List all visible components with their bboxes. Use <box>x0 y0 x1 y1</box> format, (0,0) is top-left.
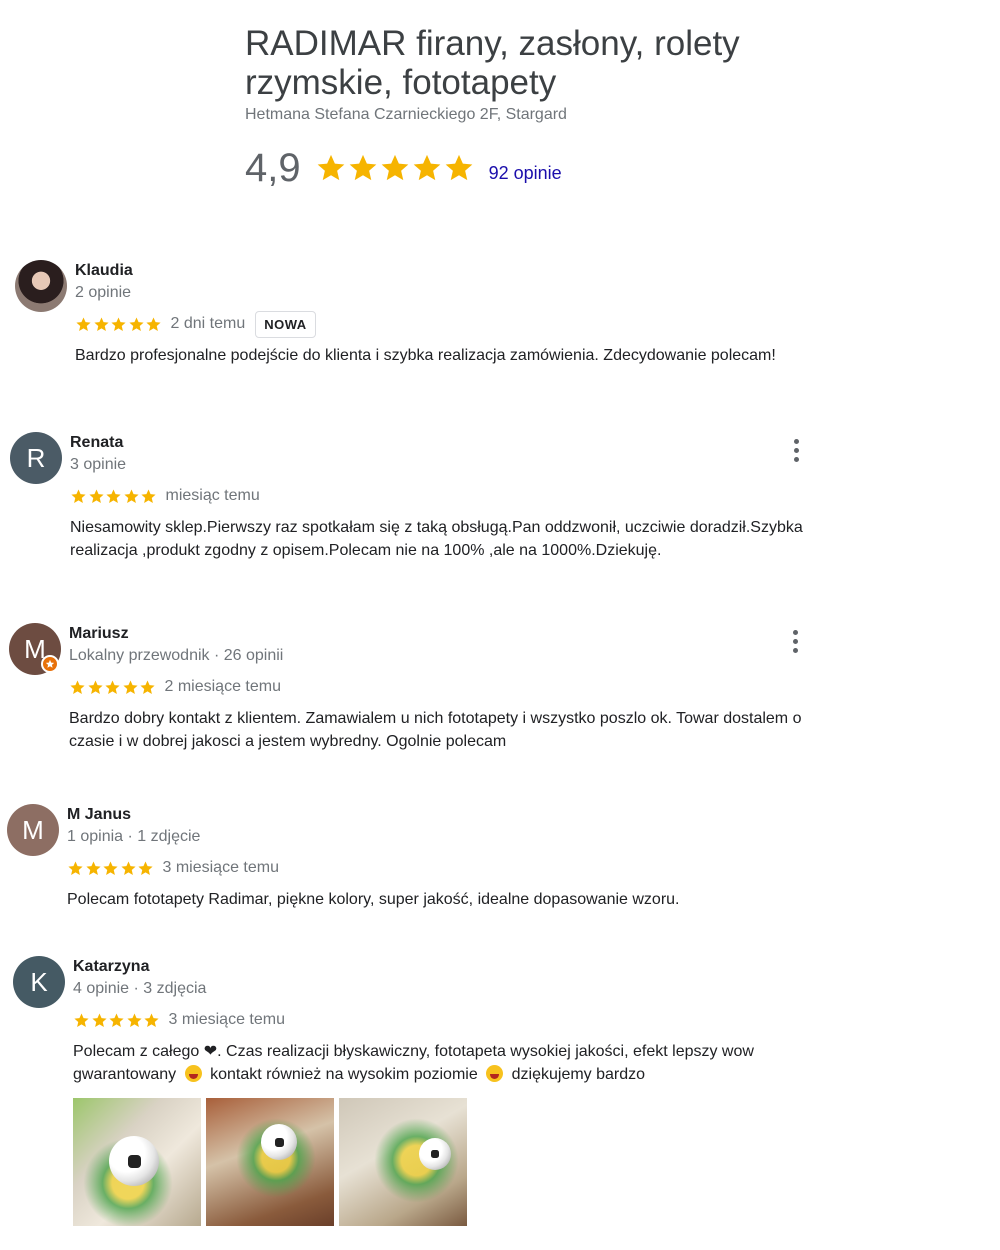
review-body: Klaudia 2 opinie 2 dni temu NOWA Bardzo … <box>75 260 855 367</box>
more-options-icon[interactable] <box>785 626 805 656</box>
review-date: 2 miesiące temu <box>164 678 282 695</box>
reviewer-meta: 2 opinie <box>75 284 132 301</box>
star-icon <box>140 488 157 505</box>
star-icon <box>108 1012 125 1029</box>
review-date: miesiąc temu <box>165 487 260 504</box>
review-rating-row: miesiąc temu <box>70 484 850 508</box>
business-title: RADIMAR firany, zasłony, rolety rzymskie… <box>245 24 740 102</box>
star-icon <box>70 488 87 505</box>
review-text: Bardzo dobry kontakt z klientem. Zamawia… <box>69 710 802 750</box>
reviewer-meta: Lokalny przewodnik · 26 opinii <box>69 647 284 664</box>
star-icon <box>379 152 411 184</box>
star-icon <box>411 152 443 184</box>
review-rating-row: 2 miesiące temu <box>69 675 849 699</box>
star-icon <box>126 1012 143 1029</box>
avatar-initial: M <box>22 814 44 845</box>
review-text: Niesamowity sklep.Pierwszy raz spotkałam… <box>70 519 803 559</box>
reviewer-meta: 3 opinie <box>70 456 127 473</box>
review-photo[interactable] <box>206 1098 334 1226</box>
star-icon <box>139 679 156 696</box>
grinning-face-icon <box>486 1065 504 1082</box>
review-text-part: kontakt również na wysokim poziomie <box>205 1066 483 1083</box>
reviewer-name[interactable]: M Janus <box>67 804 847 826</box>
review-stars <box>75 316 163 333</box>
star-icon <box>85 860 102 877</box>
review-date: 2 dni temu <box>170 315 246 332</box>
review-date: 3 miesiące temu <box>162 859 280 876</box>
review-date: 3 miesiące temu <box>168 1011 286 1028</box>
rating-summary: 4,9 92 opinie <box>245 146 562 190</box>
review-photos <box>73 1098 853 1226</box>
review-text: Polecam fototapety Radimar, piękne kolor… <box>67 891 680 908</box>
star-icon <box>145 316 162 333</box>
new-badge: NOWA <box>255 310 316 338</box>
rating-value: 4,9 <box>245 146 301 190</box>
reviewer-name[interactable]: Katarzyna <box>73 956 853 978</box>
rating-stars <box>315 152 475 184</box>
reviewer-meta: 1 opinia · 1 zdjęcie <box>67 828 201 845</box>
review-text-part: Polecam z całego <box>73 1043 204 1060</box>
star-icon <box>347 152 379 184</box>
business-header: RADIMAR firany, zasłony, rolety rzymskie… <box>245 24 805 124</box>
avatar[interactable]: K <box>13 956 65 1008</box>
star-icon <box>91 1012 108 1029</box>
reviews-count-link[interactable]: 92 opinie <box>489 163 562 184</box>
star-icon <box>122 679 139 696</box>
review-stars <box>70 488 158 505</box>
avatar-initial: R <box>26 442 46 473</box>
review-photo[interactable] <box>73 1098 201 1226</box>
reviewer-name[interactable]: Mariusz <box>69 623 849 645</box>
review-rating-row: 2 dni temu NOWA <box>75 310 855 338</box>
review-stars <box>67 860 155 877</box>
review-rating-row: 3 miesiące temu <box>73 1008 853 1032</box>
star-icon <box>69 679 86 696</box>
review-body: Mariusz Lokalny przewodnik · 26 opinii 2… <box>69 623 849 753</box>
review-body: Katarzyna 4 opinie · 3 zdjęcia 3 miesiąc… <box>73 956 853 1226</box>
review-text: Polecam z całego ❤. Czas realizacji błys… <box>73 1040 843 1086</box>
star-icon <box>443 152 475 184</box>
avatar[interactable]: R <box>10 432 62 484</box>
heart-icon: ❤ <box>203 1043 218 1060</box>
star-icon <box>143 1012 160 1029</box>
star-icon <box>123 488 140 505</box>
star-icon <box>315 152 347 184</box>
star-icon <box>120 860 137 877</box>
avatar[interactable] <box>15 260 67 312</box>
star-icon <box>93 316 110 333</box>
review-photo[interactable] <box>339 1098 467 1226</box>
star-icon <box>75 316 92 333</box>
star-icon <box>105 488 122 505</box>
star-icon <box>87 679 104 696</box>
review-body: Renata 3 opinie miesiąc temu Niesamowity… <box>70 432 850 562</box>
review-body: M Janus 1 opinia · 1 zdjęcie 3 miesiące … <box>67 804 847 911</box>
business-address: Hetmana Stefana Czarnieckiego 2F, Starga… <box>245 106 567 123</box>
reviewer-name[interactable]: Renata <box>70 432 850 454</box>
review-rating-row: 3 miesiące temu <box>67 856 847 880</box>
review-text-part: dziękujemy bardzo <box>507 1066 646 1083</box>
star-icon <box>128 316 145 333</box>
review-stars <box>73 1012 161 1029</box>
star-icon <box>104 679 121 696</box>
star-icon <box>102 860 119 877</box>
local-guide-badge-icon <box>41 655 59 673</box>
star-icon <box>88 488 105 505</box>
star-icon <box>110 316 127 333</box>
star-icon <box>137 860 154 877</box>
star-icon <box>67 860 84 877</box>
reviewer-meta: 4 opinie · 3 zdjęcia <box>73 980 207 997</box>
more-options-icon[interactable] <box>786 435 806 465</box>
review-stars <box>69 679 157 696</box>
avatar-initial: K <box>30 966 48 997</box>
reviewer-name[interactable]: Klaudia <box>75 260 855 282</box>
star-icon <box>73 1012 90 1029</box>
avatar[interactable]: M <box>7 804 59 856</box>
grinning-face-icon <box>184 1065 202 1082</box>
review-text: Bardzo profesjonalne podejście do klient… <box>75 347 776 364</box>
